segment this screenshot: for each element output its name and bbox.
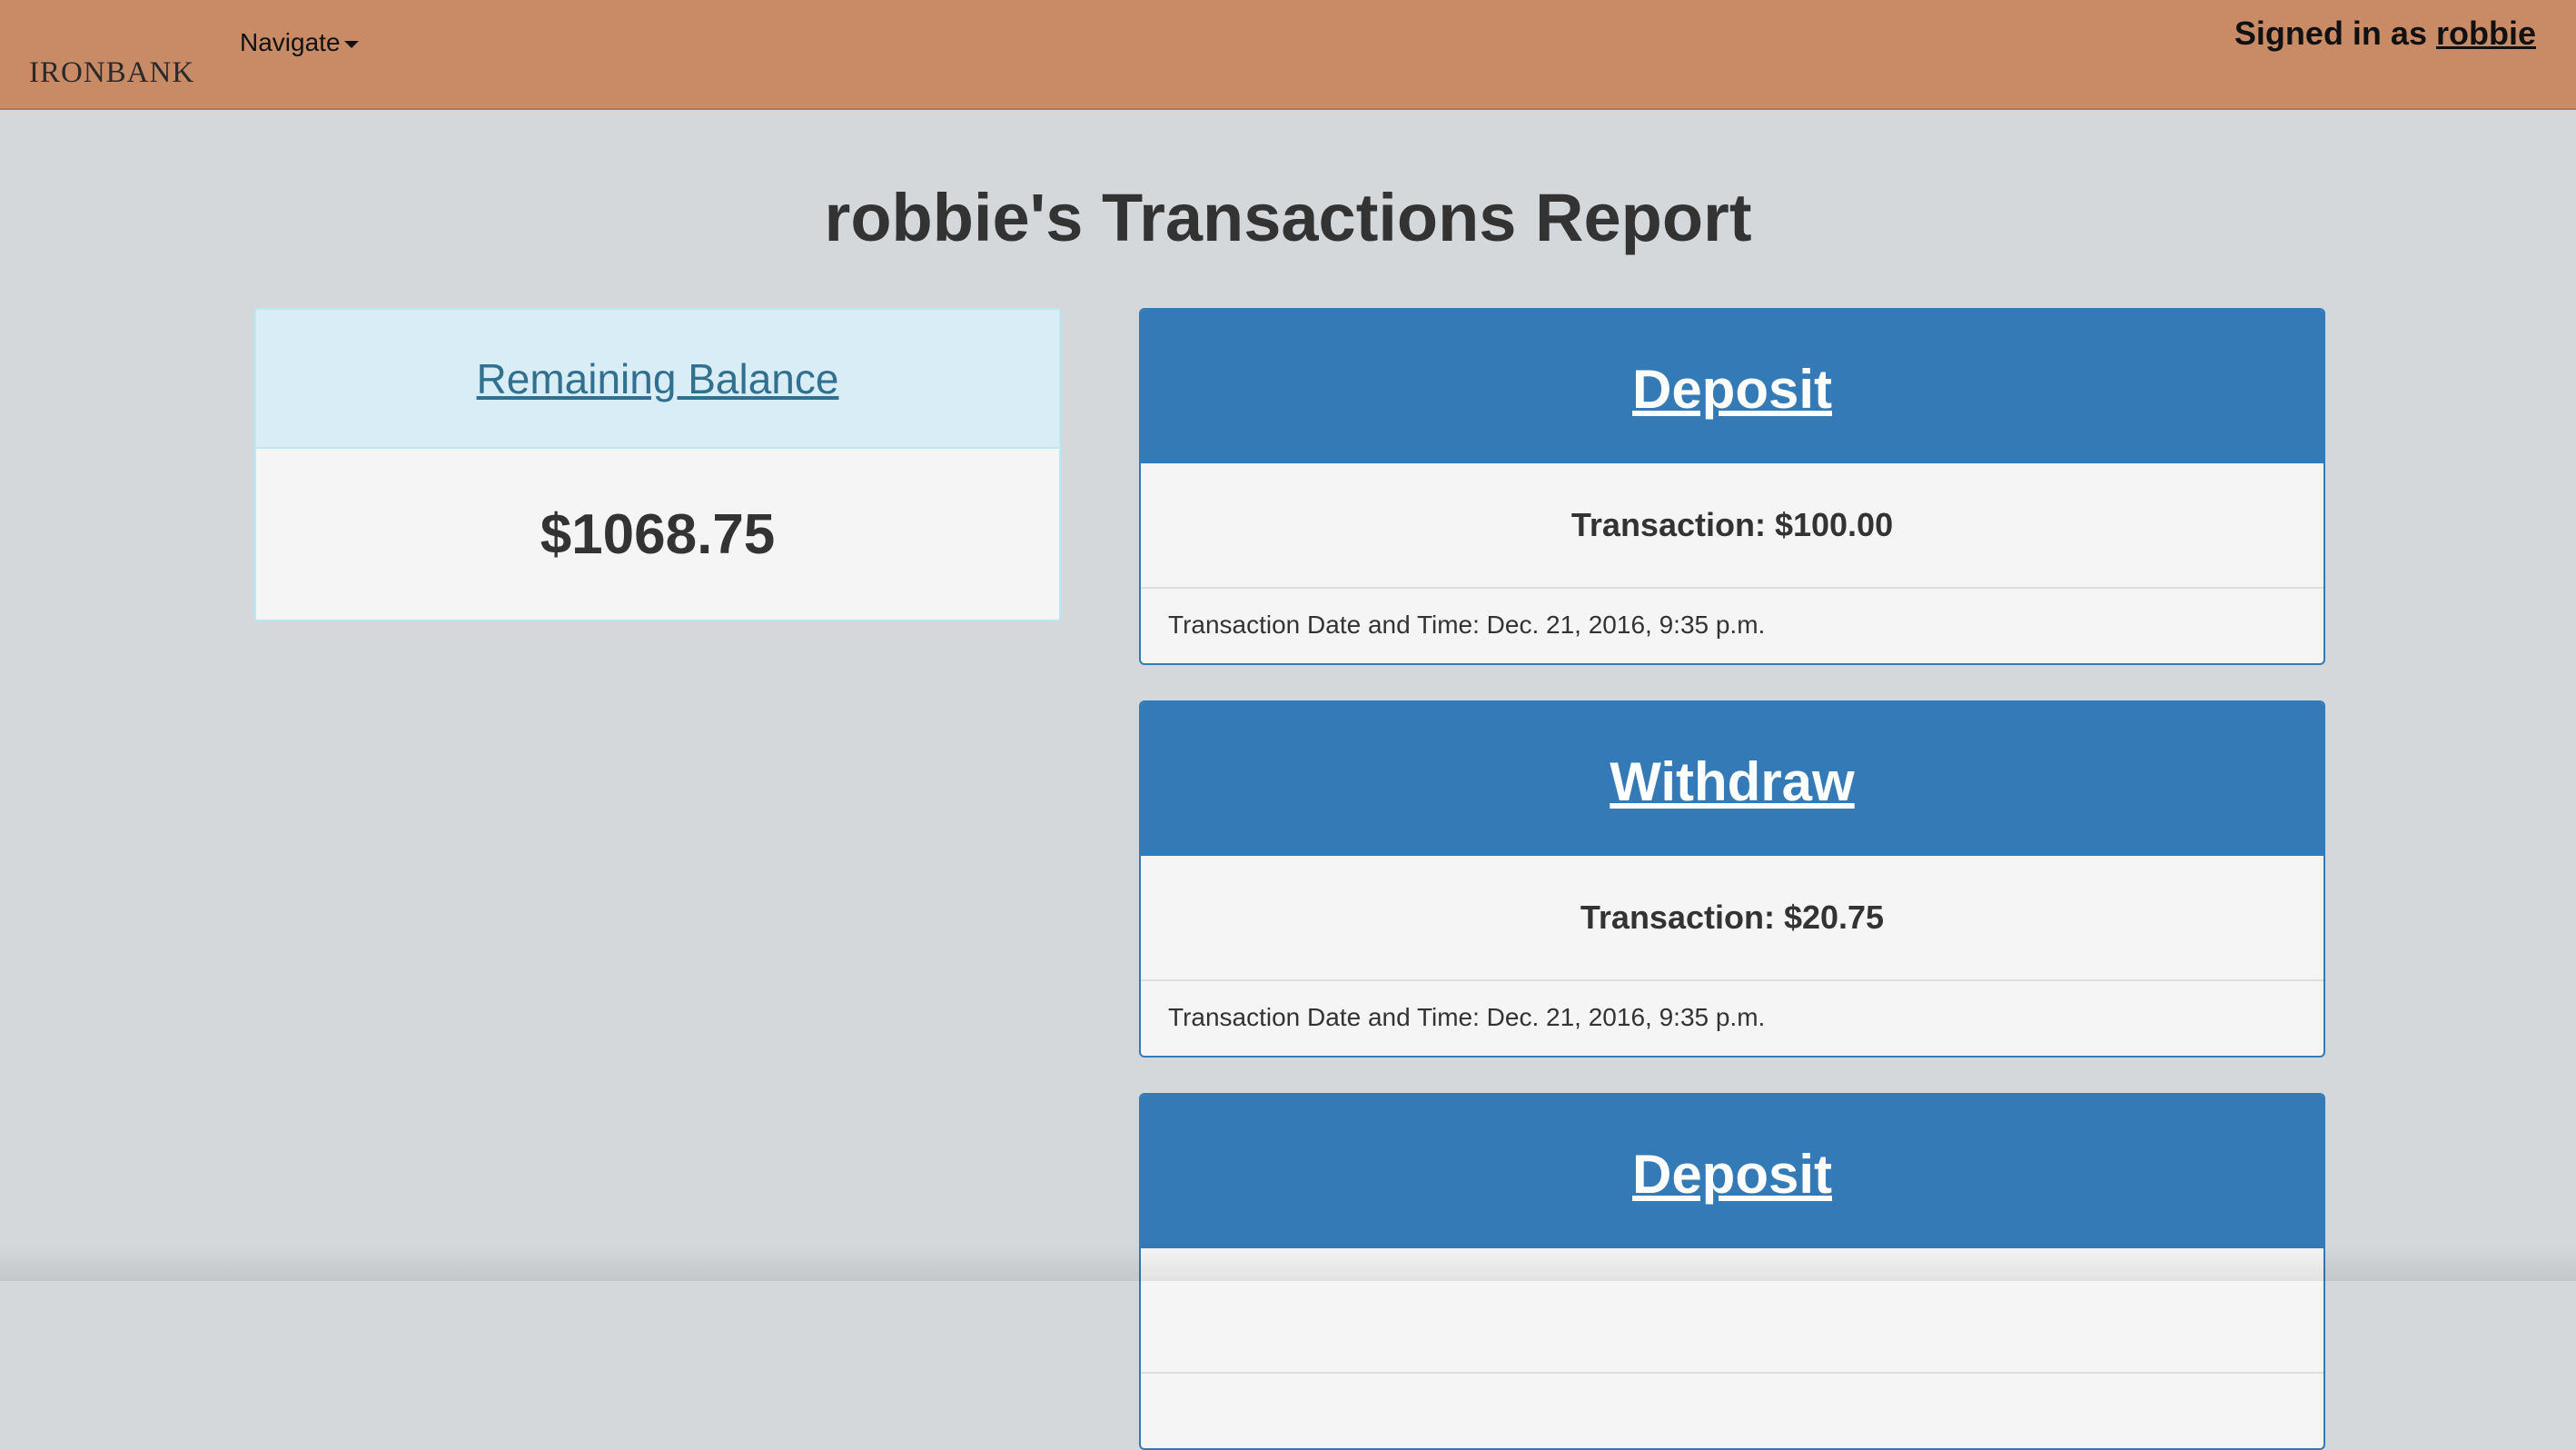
username-link[interactable]: robbie — [2436, 15, 2536, 52]
transaction-amount: Transaction: $20.75 — [1141, 856, 2323, 981]
caret-down-icon — [343, 41, 359, 48]
transaction-type-link[interactable]: Withdraw — [1610, 750, 1854, 813]
transaction-datetime — [1141, 1374, 2323, 1446]
transaction-panel: Deposit — [1139, 1093, 2325, 1450]
balance-panel-heading: Remaining Balance — [256, 310, 1059, 449]
transaction-panel: Withdraw Transaction: $20.75 Transaction… — [1139, 700, 2325, 1058]
signed-in-prefix: Signed in as — [2234, 15, 2427, 52]
navigate-label: Navigate — [240, 28, 341, 56]
balance-panel: Remaining Balance $1068.75 — [254, 308, 1061, 621]
transaction-panel: Deposit Transaction: $100.00 Transaction… — [1139, 308, 2325, 665]
page-title: robbie's Transactions Report — [824, 180, 1752, 255]
remaining-balance-link[interactable]: Remaining Balance — [477, 354, 839, 403]
transaction-heading: Deposit — [1141, 1095, 2323, 1248]
transaction-amount: Transaction: $100.00 — [1141, 463, 2323, 589]
top-navbar: IRONBANK Navigate Signed in as robbie — [0, 0, 2576, 110]
transaction-type-link[interactable]: Deposit — [1632, 358, 1832, 421]
ironbank-logo[interactable]: IRONBANK — [29, 56, 194, 89]
transaction-datetime: Transaction Date and Time: Dec. 21, 2016… — [1168, 611, 1766, 639]
signed-in-status: Signed in as robbie — [2234, 15, 2536, 53]
transaction-amount — [1141, 1248, 2323, 1374]
transaction-type-link[interactable]: Deposit — [1632, 1143, 1832, 1206]
navigate-dropdown[interactable]: Navigate — [240, 27, 359, 58]
transaction-heading: Deposit — [1141, 310, 2323, 463]
transaction-heading: Withdraw — [1141, 702, 2323, 856]
transaction-datetime: Transaction Date and Time: Dec. 21, 2016… — [1168, 1003, 1766, 1031]
balance-amount: $1068.75 — [540, 502, 776, 566]
